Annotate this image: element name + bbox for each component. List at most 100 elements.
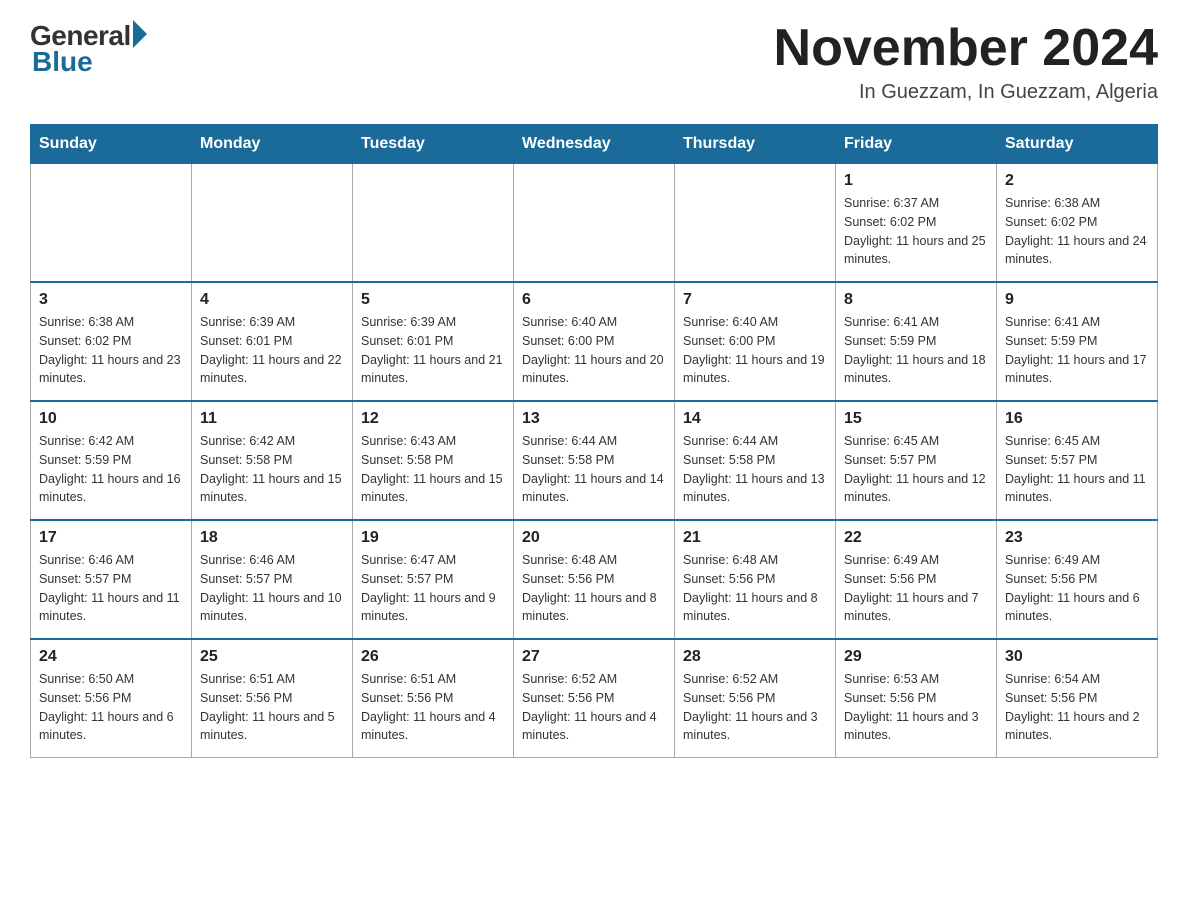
day-number: 1 bbox=[844, 172, 988, 190]
day-number: 22 bbox=[844, 529, 988, 547]
calendar-week-row: 1 Sunrise: 6:37 AMSunset: 6:02 PMDaylight… bbox=[31, 164, 1158, 283]
calendar-week-row: 17 Sunrise: 6:46 AMSunset: 5:57 PMDayligh… bbox=[31, 520, 1158, 639]
day-info: Sunrise: 6:49 AMSunset: 5:56 PMDaylight:… bbox=[1005, 551, 1149, 626]
day-number: 5 bbox=[361, 291, 505, 309]
day-info: Sunrise: 6:46 AMSunset: 5:57 PMDaylight:… bbox=[39, 551, 183, 626]
calendar-cell: 21 Sunrise: 6:48 AMSunset: 5:56 PMDayligh… bbox=[675, 520, 836, 639]
calendar-cell: 14 Sunrise: 6:44 AMSunset: 5:58 PMDayligh… bbox=[675, 401, 836, 520]
day-number: 9 bbox=[1005, 291, 1149, 309]
calendar-cell bbox=[353, 164, 514, 283]
day-info: Sunrise: 6:51 AMSunset: 5:56 PMDaylight:… bbox=[361, 670, 505, 745]
calendar-cell: 17 Sunrise: 6:46 AMSunset: 5:57 PMDayligh… bbox=[31, 520, 192, 639]
day-number: 10 bbox=[39, 410, 183, 428]
calendar-cell: 15 Sunrise: 6:45 AMSunset: 5:57 PMDayligh… bbox=[836, 401, 997, 520]
calendar-cell bbox=[31, 164, 192, 283]
day-number: 19 bbox=[361, 529, 505, 547]
day-info: Sunrise: 6:38 AMSunset: 6:02 PMDaylight:… bbox=[1005, 194, 1149, 269]
day-number: 16 bbox=[1005, 410, 1149, 428]
calendar-cell: 23 Sunrise: 6:49 AMSunset: 5:56 PMDayligh… bbox=[997, 520, 1158, 639]
day-info: Sunrise: 6:41 AMSunset: 5:59 PMDaylight:… bbox=[844, 313, 988, 388]
day-number: 27 bbox=[522, 648, 666, 666]
calendar-cell: 4 Sunrise: 6:39 AMSunset: 6:01 PMDaylight… bbox=[192, 282, 353, 401]
day-number: 28 bbox=[683, 648, 827, 666]
day-info: Sunrise: 6:39 AMSunset: 6:01 PMDaylight:… bbox=[200, 313, 344, 388]
calendar-cell bbox=[192, 164, 353, 283]
logo: General Blue bbox=[30, 20, 147, 78]
day-info: Sunrise: 6:45 AMSunset: 5:57 PMDaylight:… bbox=[1005, 432, 1149, 507]
day-info: Sunrise: 6:50 AMSunset: 5:56 PMDaylight:… bbox=[39, 670, 183, 745]
day-number: 26 bbox=[361, 648, 505, 666]
calendar-cell: 10 Sunrise: 6:42 AMSunset: 5:59 PMDayligh… bbox=[31, 401, 192, 520]
calendar-cell: 29Sunrise: 6:53 AMSunset: 5:56 PMDayligh… bbox=[836, 639, 997, 758]
col-header-friday: Friday bbox=[836, 125, 997, 164]
day-info: Sunrise: 6:41 AMSunset: 5:59 PMDaylight:… bbox=[1005, 313, 1149, 388]
calendar-cell: 8 Sunrise: 6:41 AMSunset: 5:59 PMDaylight… bbox=[836, 282, 997, 401]
calendar-cell: 11Sunrise: 6:42 AMSunset: 5:58 PMDayligh… bbox=[192, 401, 353, 520]
calendar-cell: 3Sunrise: 6:38 AMSunset: 6:02 PMDaylight… bbox=[31, 282, 192, 401]
day-info: Sunrise: 6:48 AMSunset: 5:56 PMDaylight:… bbox=[683, 551, 827, 626]
day-number: 7 bbox=[683, 291, 827, 309]
calendar-header-row: SundayMondayTuesdayWednesdayThursdayFrid… bbox=[31, 125, 1158, 164]
calendar-cell: 13 Sunrise: 6:44 AMSunset: 5:58 PMDayligh… bbox=[514, 401, 675, 520]
day-number: 2 bbox=[1005, 172, 1149, 190]
calendar-cell bbox=[514, 164, 675, 283]
day-number: 23 bbox=[1005, 529, 1149, 547]
logo-blue-text: Blue bbox=[32, 46, 93, 78]
day-info: Sunrise: 6:38 AMSunset: 6:02 PMDaylight:… bbox=[39, 313, 183, 388]
col-header-wednesday: Wednesday bbox=[514, 125, 675, 164]
day-info: Sunrise: 6:51 AMSunset: 5:56 PMDaylight:… bbox=[200, 670, 344, 745]
month-title: November 2024 bbox=[774, 20, 1158, 77]
calendar-table: SundayMondayTuesdayWednesdayThursdayFrid… bbox=[30, 124, 1158, 758]
calendar-cell: 18Sunrise: 6:46 AMSunset: 5:57 PMDayligh… bbox=[192, 520, 353, 639]
day-info: Sunrise: 6:49 AMSunset: 5:56 PMDaylight:… bbox=[844, 551, 988, 626]
calendar-cell: 6Sunrise: 6:40 AMSunset: 6:00 PMDaylight… bbox=[514, 282, 675, 401]
day-number: 30 bbox=[1005, 648, 1149, 666]
day-number: 17 bbox=[39, 529, 183, 547]
day-info: Sunrise: 6:44 AMSunset: 5:58 PMDaylight:… bbox=[522, 432, 666, 507]
day-number: 20 bbox=[522, 529, 666, 547]
day-info: Sunrise: 6:40 AMSunset: 6:00 PMDaylight:… bbox=[683, 313, 827, 388]
calendar-cell: 28 Sunrise: 6:52 AMSunset: 5:56 PMDayligh… bbox=[675, 639, 836, 758]
calendar-cell bbox=[675, 164, 836, 283]
calendar-cell: 16 Sunrise: 6:45 AMSunset: 5:57 PMDayligh… bbox=[997, 401, 1158, 520]
day-info: Sunrise: 6:52 AMSunset: 5:56 PMDaylight:… bbox=[683, 670, 827, 745]
calendar-cell: 27 Sunrise: 6:52 AMSunset: 5:56 PMDayligh… bbox=[514, 639, 675, 758]
day-info: Sunrise: 6:37 AMSunset: 6:02 PMDaylight:… bbox=[844, 194, 988, 269]
day-number: 25 bbox=[200, 648, 344, 666]
day-info: Sunrise: 6:44 AMSunset: 5:58 PMDaylight:… bbox=[683, 432, 827, 507]
day-number: 24 bbox=[39, 648, 183, 666]
logo-arrow-icon bbox=[133, 20, 147, 48]
day-info: Sunrise: 6:45 AMSunset: 5:57 PMDaylight:… bbox=[844, 432, 988, 507]
day-info: Sunrise: 6:53 AMSunset: 5:56 PMDaylight:… bbox=[844, 670, 988, 745]
day-number: 11 bbox=[200, 410, 344, 428]
calendar-week-row: 3Sunrise: 6:38 AMSunset: 6:02 PMDaylight… bbox=[31, 282, 1158, 401]
calendar-cell: 12Sunrise: 6:43 AMSunset: 5:58 PMDayligh… bbox=[353, 401, 514, 520]
calendar-cell: 20Sunrise: 6:48 AMSunset: 5:56 PMDayligh… bbox=[514, 520, 675, 639]
col-header-thursday: Thursday bbox=[675, 125, 836, 164]
day-info: Sunrise: 6:39 AMSunset: 6:01 PMDaylight:… bbox=[361, 313, 505, 388]
day-number: 21 bbox=[683, 529, 827, 547]
calendar-cell: 26 Sunrise: 6:51 AMSunset: 5:56 PMDayligh… bbox=[353, 639, 514, 758]
col-header-sunday: Sunday bbox=[31, 125, 192, 164]
calendar-cell: 7 Sunrise: 6:40 AMSunset: 6:00 PMDaylight… bbox=[675, 282, 836, 401]
calendar-cell: 5 Sunrise: 6:39 AMSunset: 6:01 PMDaylight… bbox=[353, 282, 514, 401]
location-subtitle: In Guezzam, In Guezzam, Algeria bbox=[774, 81, 1158, 104]
calendar-cell: 24 Sunrise: 6:50 AMSunset: 5:56 PMDayligh… bbox=[31, 639, 192, 758]
day-number: 4 bbox=[200, 291, 344, 309]
day-number: 13 bbox=[522, 410, 666, 428]
col-header-monday: Monday bbox=[192, 125, 353, 164]
title-area: November 2024 In Guezzam, In Guezzam, Al… bbox=[774, 20, 1158, 104]
day-number: 6 bbox=[522, 291, 666, 309]
day-info: Sunrise: 6:47 AMSunset: 5:57 PMDaylight:… bbox=[361, 551, 505, 626]
day-info: Sunrise: 6:42 AMSunset: 5:59 PMDaylight:… bbox=[39, 432, 183, 507]
calendar-cell: 30Sunrise: 6:54 AMSunset: 5:56 PMDayligh… bbox=[997, 639, 1158, 758]
day-number: 14 bbox=[683, 410, 827, 428]
day-number: 15 bbox=[844, 410, 988, 428]
page-header: General Blue November 2024 In Guezzam, I… bbox=[30, 20, 1158, 104]
day-info: Sunrise: 6:43 AMSunset: 5:58 PMDaylight:… bbox=[361, 432, 505, 507]
day-info: Sunrise: 6:52 AMSunset: 5:56 PMDaylight:… bbox=[522, 670, 666, 745]
day-number: 8 bbox=[844, 291, 988, 309]
col-header-saturday: Saturday bbox=[997, 125, 1158, 164]
calendar-cell: 1 Sunrise: 6:37 AMSunset: 6:02 PMDaylight… bbox=[836, 164, 997, 283]
calendar-week-row: 24 Sunrise: 6:50 AMSunset: 5:56 PMDayligh… bbox=[31, 639, 1158, 758]
